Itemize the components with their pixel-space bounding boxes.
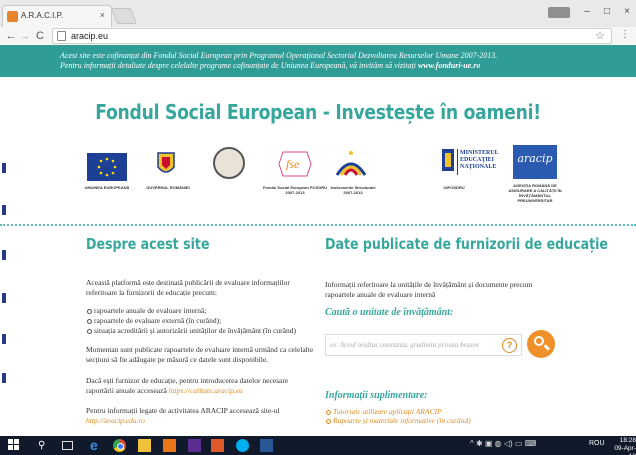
language-indicator[interactable]: ROU [589,440,605,447]
search-heading: Caută o unitate de învățământ: [325,307,454,318]
instrumente-structurale-logo [333,147,369,183]
aracip-text: Pentru informații legate de activitatea … [86,406,280,415]
men-logo: MINISTERUL EDUCAȚIEI NAȚIONALE [440,145,502,179]
page-viewport: Acest site este cofinanțat din Fondul So… [0,45,636,436]
eu-flag-logo [87,153,127,181]
banner-line-2-text: Pentru informații detaliate despre celel… [60,61,418,70]
aracip-logo: aracip [513,145,557,179]
profile-chip[interactable] [548,7,570,18]
page-icon [57,31,66,41]
men-logo-text: MINISTERUL EDUCAȚIEI NAȚIONALE [460,150,499,170]
new-tab-button[interactable] [111,8,137,24]
browser-chrome: A.R.A.C.I.P. × – □ × ← → C aracip.eu ☆ ⋮ [0,0,636,45]
list-item: rapoartele anuale de evaluare internă; [86,306,316,316]
svg-text:fse: fse [286,157,300,171]
list-item: rapoartele de evaluare externă (în curân… [86,316,316,326]
cofinancing-banner: Acest site este cofinanțat din Fondul So… [0,45,636,77]
close-window-button[interactable]: × [618,4,636,20]
address-bar[interactable]: aracip.eu ☆ [52,28,612,44]
banner-line-1: Acest site este cofinanțat din Fondul So… [60,51,498,60]
clock-date: 09-Apr-18 [614,445,636,455]
windows-taskbar: ⚲ e ^ ✱ ▣ ◍ ◁) ▭ ⌨ ROU 18:28 09-Apr-18 [0,436,636,455]
fonduri-ue-link[interactable]: www.fonduri-ue.ro [418,61,480,70]
published-data-title: Date publicate de furnizorii de educație [325,235,608,253]
ro-seal-logo [213,147,245,179]
ro-government-logo [156,149,176,179]
windows-start-icon[interactable] [8,439,21,452]
browser-tab[interactable]: A.R.A.C.I.P. × [2,5,112,27]
edge-mark [2,250,6,260]
menu-icon[interactable]: ⋮ [620,29,630,40]
favicon-icon [7,11,18,22]
edge-mark [2,293,6,303]
tab-strip: A.R.A.C.I.P. × – □ × [0,0,636,27]
file-explorer-icon[interactable] [138,439,151,452]
tab-title: A.R.A.C.I.P. [21,11,64,20]
minimize-button[interactable]: – [578,4,596,20]
about-status-text: Momentan sunt publicate rapoartele de ev… [86,345,314,364]
bookmark-star-icon[interactable]: ☆ [595,29,605,42]
system-tray-icons[interactable]: ^ ✱ ▣ ◍ ◁) ▭ ⌨ [470,439,590,452]
search-box: ? [325,334,522,356]
aracip-caption: AGENȚIA ROMÂNĂ DE ASIGURARE A CALITĂȚII … [508,183,562,203]
screen: A.R.A.C.I.P. × – □ × ← → C aracip.eu ☆ ⋮ [0,0,636,455]
edge-mark [2,163,6,173]
about-bullet-list: rapoartele anuale de evaluare internă; r… [86,306,316,336]
forward-arrow-icon[interactable]: → [18,29,32,43]
page-headline: Fondul Social European - Investește în o… [95,100,541,124]
tutorials-link[interactable]: Tutoriale utilizare aplicații ARACIP [325,407,555,416]
word-icon[interactable] [260,439,273,452]
extra-info-heading: Informații suplimentare: [325,390,428,401]
reload-icon[interactable]: C [33,29,47,43]
about-aracip-text: Pentru informații legate de activitatea … [86,406,314,426]
about-intro: Această platformă este destinată publică… [86,278,290,297]
fse-caption: Fondul Social European POSDRU 2007-2013 [262,185,327,195]
school-search-input[interactable] [328,337,498,353]
skype-icon[interactable] [236,439,249,452]
clock-time: 18:28 [619,437,636,444]
calculator-icon[interactable] [188,439,201,452]
task-view-icon[interactable] [62,441,73,450]
banner-line-2: Pentru informații detaliate despre celel… [60,61,636,70]
url-text[interactable]: aracip.eu [71,31,108,41]
ro-gov-caption: GUVERNUL ROMÂNIEI [146,185,190,190]
left-edge-marks [0,45,8,436]
edge-browser-icon[interactable]: e [90,438,103,452]
reports-link[interactable]: Rapoarte și materiale informative (în cu… [325,416,555,425]
help-icon[interactable]: ? [502,338,517,353]
dotted-separator [0,224,636,226]
aracip-site-link[interactable]: http://aracip.edu.ro [86,416,145,425]
store-icon[interactable] [211,439,224,452]
taskbar-clock[interactable]: 18:28 09-Apr-18 [612,437,636,455]
fse-logo: fse [275,148,315,180]
calitate-link[interactable]: https://calitate.aracip.eu [169,386,243,395]
tab-close-icon[interactable]: × [100,10,105,20]
edge-mark [2,205,6,215]
is-caption: Instrumente Structurale 2007-2013 [330,185,376,195]
app-orange-icon[interactable] [163,439,176,452]
edge-mark [2,334,6,344]
list-item: situația acreditării și autorizării unit… [86,326,316,336]
maximize-button[interactable]: □ [598,4,616,20]
taskbar-search-icon[interactable]: ⚲ [38,439,51,452]
search-icon [534,336,544,346]
about-provider-text: Dacă ești furnizor de educație, pentru i… [86,376,314,396]
edge-mark [2,373,6,383]
browser-toolbar: ← → C aracip.eu ☆ ⋮ [0,27,636,45]
oiposdru-caption: OIPOSDRU [443,185,465,190]
published-data-intro: Informații referitoare la unitățile de î… [325,280,533,299]
eu-caption: UNIUNEA EUROPEANĂ [84,185,130,190]
search-button[interactable] [527,330,555,358]
extra-info-list: Tutoriale utilizare aplicații ARACIP Rap… [325,407,555,425]
chrome-browser-icon[interactable] [113,439,126,452]
back-arrow-icon[interactable]: ← [4,29,18,43]
about-title: Despre acest site [86,235,210,253]
